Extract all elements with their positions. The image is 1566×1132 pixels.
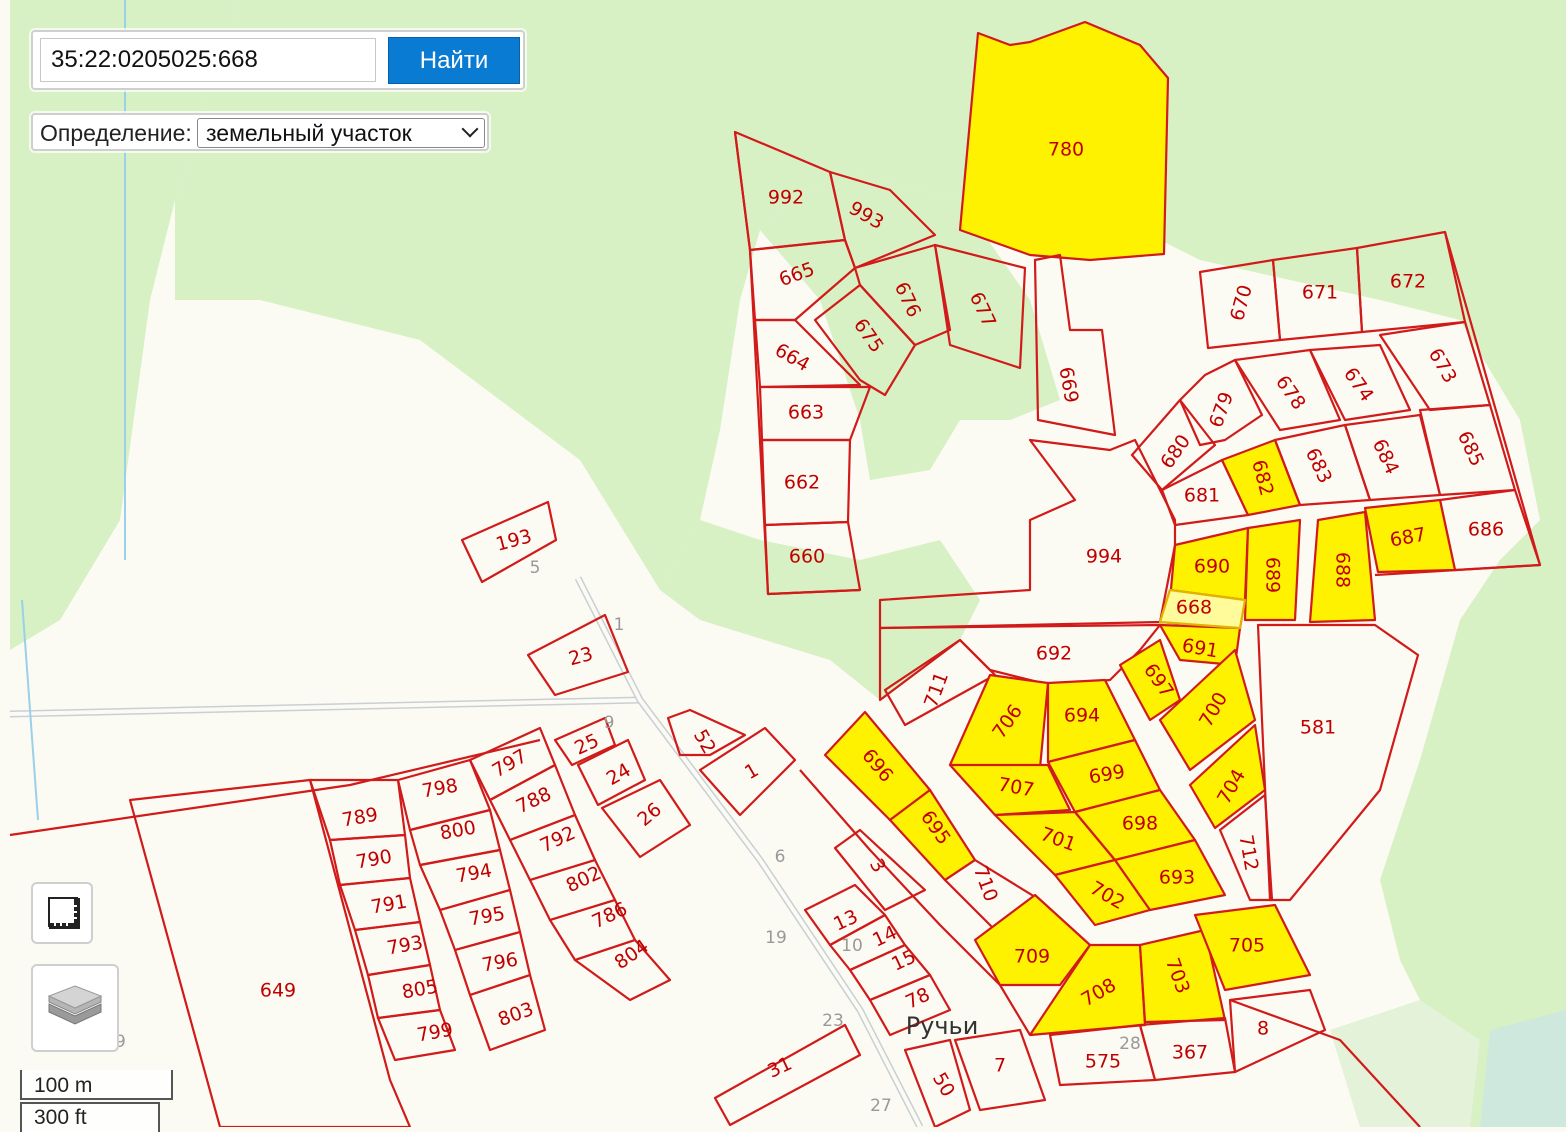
parcel-label-664: 664 — [771, 339, 813, 376]
parcel-label-688: 688 — [1332, 552, 1354, 588]
parcel-label-805: 805 — [400, 976, 440, 1004]
block-number-27: 27 — [870, 1096, 892, 1116]
chevron-down-icon — [461, 120, 479, 138]
layers-icon — [47, 985, 103, 1025]
parcel-label-795: 795 — [467, 903, 507, 931]
parcel-label-581: 581 — [1300, 717, 1336, 739]
parcel-label-994: 994 — [1086, 546, 1122, 568]
parcel-label-685: 685 — [1453, 428, 1488, 470]
parcel-label-796: 796 — [480, 949, 520, 977]
cadastral-number-input[interactable] — [40, 38, 376, 82]
parcel-label-679: 679 — [1205, 389, 1238, 431]
find-button[interactable]: Найти — [388, 37, 520, 84]
block-number-labels: 5196191023272829 — [104, 558, 1141, 1116]
parcel-label-698: 698 — [1122, 813, 1158, 835]
block-number-10: 10 — [841, 936, 863, 956]
parcel-label-788: 788 — [513, 783, 555, 818]
identify-selected-value: земельный участок — [206, 120, 412, 146]
parcel-label-674: 674 — [1339, 364, 1378, 406]
block-number-23: 23 — [822, 1011, 844, 1031]
parcel-label-992: 992 — [768, 187, 804, 209]
parcel-label-50: 50 — [928, 1069, 959, 1101]
forest-area-east — [1380, 300, 1566, 1127]
parcel-label-668: 668 — [1176, 597, 1212, 619]
identify-label: Определение: — [40, 120, 192, 146]
identify-panel: Определение: земельный участок — [31, 113, 489, 151]
block-number-1: 1 — [614, 615, 625, 635]
parcel-label-786: 786 — [589, 898, 631, 933]
parcel-label-686: 686 — [1468, 519, 1504, 541]
search-panel: Найти — [31, 30, 525, 90]
block-number-5: 5 — [530, 558, 541, 578]
parcel-label-575: 575 — [1085, 1051, 1121, 1073]
scale-metric: 100 m — [20, 1070, 173, 1100]
identify-type-select[interactable]: земельный участок — [197, 118, 485, 148]
parcel-label-709: 709 — [1014, 946, 1050, 968]
ruler-icon — [48, 897, 80, 929]
parcel-label-799: 799 — [415, 1019, 455, 1047]
parcel-label-663: 663 — [788, 402, 824, 424]
parcel-label-681: 681 — [1184, 485, 1220, 507]
parcel-label-798: 798 — [420, 775, 460, 803]
parcel-label-24: 24 — [603, 759, 635, 790]
parcel-label-3: 3 — [865, 855, 890, 876]
parcel-label-672: 672 — [1390, 271, 1426, 293]
parcel-label-690: 690 — [1194, 556, 1230, 578]
parcel-label-670: 670 — [1226, 283, 1257, 324]
block-number-9: 9 — [604, 713, 615, 733]
road-west-inner — [9, 698, 641, 716]
measure-button[interactable] — [31, 882, 93, 944]
parcel-label-31: 31 — [764, 1052, 795, 1082]
scale-imperial: 300 ft — [20, 1102, 160, 1132]
parcel-label-1: 1 — [741, 759, 762, 784]
parcel-label-673: 673 — [1424, 345, 1461, 387]
parcel-label-780: 780 — [1048, 139, 1084, 161]
parcel-label-367: 367 — [1172, 1042, 1208, 1064]
parcel-label-649: 649 — [260, 980, 296, 1002]
parcel-label-23: 23 — [566, 643, 595, 671]
parcel-label-660: 660 — [789, 546, 825, 568]
parcel-8 — [1228, 988, 1327, 1074]
parcel-label-804: 804 — [611, 935, 653, 974]
parcel-label-26: 26 — [633, 798, 666, 830]
layers-button[interactable] — [31, 964, 119, 1052]
parcel-label-711: 711 — [920, 669, 953, 711]
parcel-label-791: 791 — [369, 891, 409, 919]
parcel-label-692: 692 — [1036, 643, 1072, 665]
parcel-label-710: 710 — [969, 863, 1002, 905]
parcel-label-7: 7 — [994, 1055, 1006, 1077]
parcel-label-712: 712 — [1235, 833, 1263, 873]
parcel-label-793: 793 — [385, 932, 425, 960]
parcel-label-693: 693 — [1159, 867, 1195, 889]
parcel-label-803: 803 — [495, 998, 537, 1031]
parcel-label-689: 689 — [1262, 557, 1284, 593]
parcel-label-705: 705 — [1229, 935, 1265, 957]
parcel-label-14: 14 — [869, 921, 900, 951]
parcel-label-8: 8 — [1257, 1018, 1269, 1040]
parcel-label-678: 678 — [1271, 372, 1310, 414]
parcel-label-193: 193 — [494, 525, 535, 556]
place-name-label: Ручьи — [906, 1012, 979, 1040]
parcel-669 — [1033, 253, 1117, 437]
block-number-28: 28 — [1119, 1034, 1141, 1054]
parcel-label-683: 683 — [1301, 445, 1336, 487]
parcel-label-78: 78 — [902, 983, 933, 1013]
parcel-label-790: 790 — [354, 846, 394, 874]
block-number-19: 19 — [765, 928, 787, 948]
parcel-label-684: 684 — [1368, 436, 1403, 478]
block-number-6: 6 — [775, 847, 786, 867]
parcel-label-789: 789 — [340, 804, 380, 832]
parcel-label-794: 794 — [454, 860, 494, 888]
parcel-label-662: 662 — [784, 472, 820, 494]
parcel-label-671: 671 — [1302, 282, 1338, 304]
parcel-label-694: 694 — [1064, 705, 1100, 727]
cadastral-map[interactable]: 780992 993665676 677675664663662660669670 6… — [0, 0, 1566, 1127]
